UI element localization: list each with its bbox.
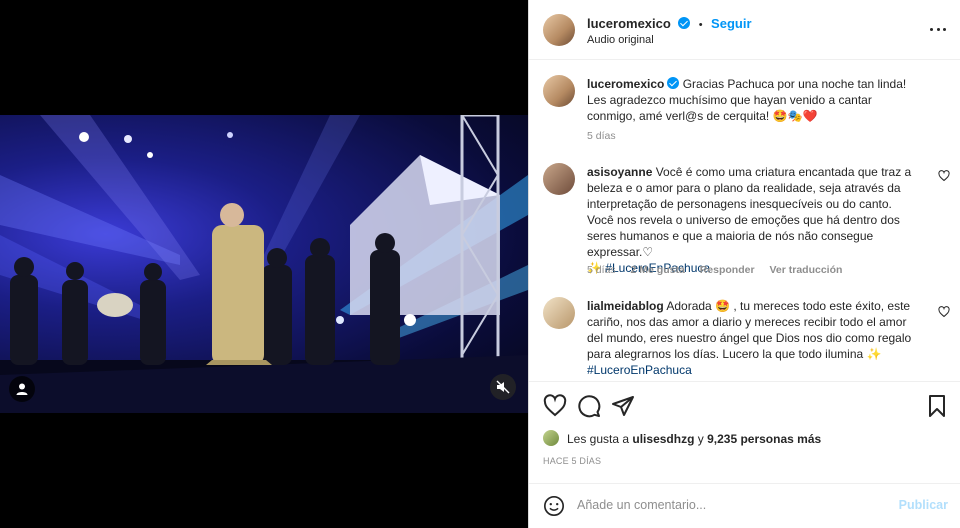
- heart-icon[interactable]: [543, 394, 567, 418]
- avatar[interactable]: [543, 297, 575, 329]
- comment-username[interactable]: asisoyanne: [587, 165, 652, 179]
- translate-button[interactable]: Ver traducción: [769, 264, 842, 276]
- heart-icon[interactable]: [938, 306, 950, 318]
- more-icon[interactable]: [930, 28, 946, 32]
- likes-prefix: Les gusta a: [567, 432, 630, 446]
- comment-username[interactable]: lialmeidablog: [587, 299, 664, 313]
- add-comment-bar: Añade un comentario... Publicar: [529, 483, 960, 528]
- audio-link[interactable]: Audio original: [587, 34, 654, 46]
- post-header: luceromexico • Seguir Audio original: [529, 0, 960, 60]
- caption-username[interactable]: luceromexico: [587, 77, 664, 91]
- separator: •: [698, 19, 703, 31]
- comment-input[interactable]: Añade un comentario...: [577, 498, 706, 512]
- action-bar: [529, 381, 960, 427]
- post-date[interactable]: HACE 5 DÍAS: [543, 456, 601, 466]
- verified-icon: [667, 77, 680, 89]
- avatar[interactable]: [543, 14, 575, 46]
- hashtag-link[interactable]: #LuceroEnPachuca: [587, 363, 692, 377]
- post-username[interactable]: luceromexico: [587, 16, 671, 31]
- comment-time[interactable]: 5 días: [587, 264, 616, 276]
- avatar[interactable]: [543, 75, 575, 107]
- media-area: [0, 0, 528, 528]
- comment-likes[interactable]: 2 Me gusta: [631, 264, 685, 276]
- reply-button[interactable]: Responder: [700, 264, 755, 276]
- emoji-icon[interactable]: [543, 495, 565, 517]
- verified-icon: [678, 17, 691, 29]
- concert-scene: [0, 115, 528, 413]
- post-side-panel: luceromexico • Seguir Audio original luc…: [528, 0, 960, 528]
- liker-avatar[interactable]: [543, 430, 559, 446]
- mute-icon[interactable]: [490, 374, 516, 400]
- publish-button[interactable]: Publicar: [899, 498, 948, 512]
- comments-list: luceromexico Gracias Pachuca por una noc…: [529, 61, 960, 381]
- share-icon[interactable]: [611, 394, 635, 418]
- likes-middle: y: [697, 432, 704, 446]
- caption-time[interactable]: 5 días: [587, 130, 616, 142]
- likes-count[interactable]: 9,235 personas más: [707, 432, 821, 446]
- comment-body: Você é como uma criatura encantada que t…: [587, 165, 912, 259]
- caption-text: luceromexico Gracias Pachuca por una noc…: [587, 76, 917, 124]
- bookmark-icon[interactable]: [925, 394, 949, 418]
- liker-username[interactable]: ulisesdhzg: [632, 432, 694, 446]
- comment-meta: 5 días 2 Me gusta Responder Ver traducci…: [587, 264, 854, 276]
- heart-icon[interactable]: [938, 170, 950, 182]
- comment-icon[interactable]: [577, 394, 601, 418]
- comment-text: lialmeidablog Adorada 🤩 , tu mereces tod…: [587, 298, 917, 378]
- post-video[interactable]: [0, 115, 528, 413]
- likes-summary: Les gusta a ulisesdhzg y 9,235 personas …: [543, 428, 943, 450]
- comment-text: asisoyanne Você é como uma criatura enca…: [587, 164, 917, 276]
- instagram-post-modal: luceromexico • Seguir Audio original luc…: [0, 0, 960, 528]
- follow-button[interactable]: Seguir: [711, 16, 751, 31]
- avatar[interactable]: [543, 163, 575, 195]
- tagged-user-icon[interactable]: [9, 376, 35, 402]
